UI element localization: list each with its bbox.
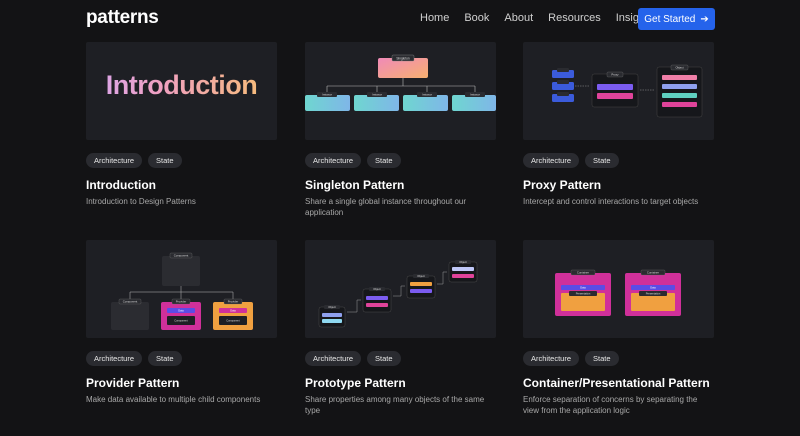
svg-text:Presentation: Presentation — [576, 292, 591, 296]
card-thumbnail[interactable]: Proxy Object — [523, 42, 714, 140]
card-description: Share a single global instance throughou… — [305, 197, 466, 217]
tag-architecture[interactable]: Architecture — [86, 351, 143, 366]
nav-home[interactable]: Home — [420, 12, 449, 24]
pattern-card-provider[interactable]: Component Component Provider Data Compon… — [86, 240, 277, 405]
svg-text:Container: Container — [647, 271, 659, 275]
pattern-card-introduction[interactable]: Introduction Architecture State Introduc… — [86, 42, 277, 207]
card-tags: Architecture State — [523, 351, 714, 367]
provider-diagram: Component Component Provider Data Compon… — [111, 252, 253, 330]
card-description: Intercept and control interactions to ta… — [523, 197, 699, 206]
svg-text:Provider: Provider — [176, 300, 186, 304]
svg-text:Instance: Instance — [322, 93, 332, 97]
nav-about[interactable]: About — [504, 12, 533, 24]
card-tags: Architecture State — [305, 351, 496, 367]
tag-architecture[interactable]: Architecture — [523, 351, 580, 366]
card-description: Enforce separation of concerns by separa… — [523, 395, 698, 415]
tag-state[interactable]: State — [367, 153, 401, 168]
card-tags: Architecture State — [305, 153, 496, 169]
svg-text:Component: Component — [226, 319, 240, 323]
card-title[interactable]: Prototype Pattern — [305, 376, 496, 390]
tag-state[interactable]: State — [148, 351, 182, 366]
pattern-card-singleton[interactable]: Singleton Instance Instance Instance Ins… — [305, 42, 496, 218]
card-tags: Architecture State — [523, 153, 714, 169]
svg-text:Data: Data — [230, 309, 236, 313]
card-tags: Architecture State — [86, 351, 277, 367]
card-description: Make data available to multiple child co… — [86, 395, 261, 404]
svg-text:Data: Data — [650, 286, 656, 290]
svg-text:Proxy: Proxy — [611, 73, 619, 77]
svg-text:Data: Data — [580, 286, 586, 290]
tag-state[interactable]: State — [585, 351, 619, 366]
card-title[interactable]: Provider Pattern — [86, 376, 277, 390]
proxy-diagram: Proxy Object — [552, 64, 703, 118]
card-title[interactable]: Container/Presentational Pattern — [523, 376, 714, 390]
prototype-diagram: Object Object Object Object — [318, 260, 478, 328]
tag-architecture[interactable]: Architecture — [86, 153, 143, 168]
card-thumbnail[interactable]: Singleton Instance Instance Instance Ins… — [305, 42, 496, 140]
nav-resources[interactable]: Resources — [548, 12, 601, 24]
card-description: Introduction to Design Patterns — [86, 197, 196, 206]
card-title[interactable]: Singleton Pattern — [305, 178, 496, 192]
thumbnail-intro-text: Introduction — [86, 70, 277, 101]
svg-text:Component: Component — [174, 254, 189, 258]
main-nav: Home Book About Resources Insights — [420, 12, 669, 24]
svg-text:Component: Component — [123, 300, 138, 304]
svg-text:Presentation: Presentation — [646, 292, 661, 296]
tag-state[interactable]: State — [367, 351, 401, 366]
svg-text:Component: Component — [174, 319, 188, 323]
svg-text:Object: Object — [675, 66, 683, 70]
pattern-card-prototype[interactable]: Object Object Object Object Architecture… — [305, 240, 496, 416]
get-started-label: Get Started — [644, 13, 696, 25]
tag-state[interactable]: State — [148, 153, 182, 168]
card-thumbnail[interactable]: Introduction — [86, 42, 277, 140]
nav-book[interactable]: Book — [464, 12, 489, 24]
svg-text:Object: Object — [459, 260, 467, 264]
tag-architecture[interactable]: Architecture — [305, 153, 362, 168]
arrow-right-icon: ➔ — [700, 13, 709, 25]
card-tags: Architecture State — [86, 153, 277, 169]
tag-architecture[interactable]: Architecture — [305, 351, 362, 366]
site-header: patterns Home Book About Resources Insig… — [0, 0, 800, 38]
container-presentational-diagram: Container Data Presentation Container Da… — [555, 269, 681, 316]
tag-state[interactable]: State — [585, 153, 619, 168]
svg-text:Object: Object — [328, 305, 336, 309]
svg-text:Container: Container — [577, 271, 589, 275]
svg-text:Instance: Instance — [422, 93, 432, 97]
pattern-card-proxy[interactable]: Proxy Object Architecture State Proxy Pa… — [523, 42, 714, 207]
card-thumbnail[interactable]: Container Data Presentation Container Da… — [523, 240, 714, 338]
site-logo[interactable]: patterns — [86, 7, 159, 29]
card-thumbnail[interactable]: Component Component Provider Data Compon… — [86, 240, 277, 338]
pattern-card-container-presentational[interactable]: Container Data Presentation Container Da… — [523, 240, 714, 416]
svg-text:Object: Object — [373, 287, 381, 291]
svg-text:Instance: Instance — [470, 93, 480, 97]
svg-text:Instance: Instance — [372, 93, 382, 97]
card-title[interactable]: Introduction — [86, 178, 277, 192]
get-started-button[interactable]: Get Started ➔ — [638, 8, 715, 30]
svg-text:Object: Object — [417, 274, 425, 278]
singleton-diagram: Singleton Instance Instance Instance Ins… — [305, 54, 496, 111]
tag-architecture[interactable]: Architecture — [523, 153, 580, 168]
card-title[interactable]: Proxy Pattern — [523, 178, 714, 192]
svg-text:Data: Data — [178, 309, 184, 313]
card-description: Share properties among many objects of t… — [305, 395, 485, 415]
svg-text:Provider: Provider — [228, 300, 238, 304]
svg-text:Singleton: Singleton — [396, 56, 410, 60]
card-thumbnail[interactable]: Object Object Object Object — [305, 240, 496, 338]
